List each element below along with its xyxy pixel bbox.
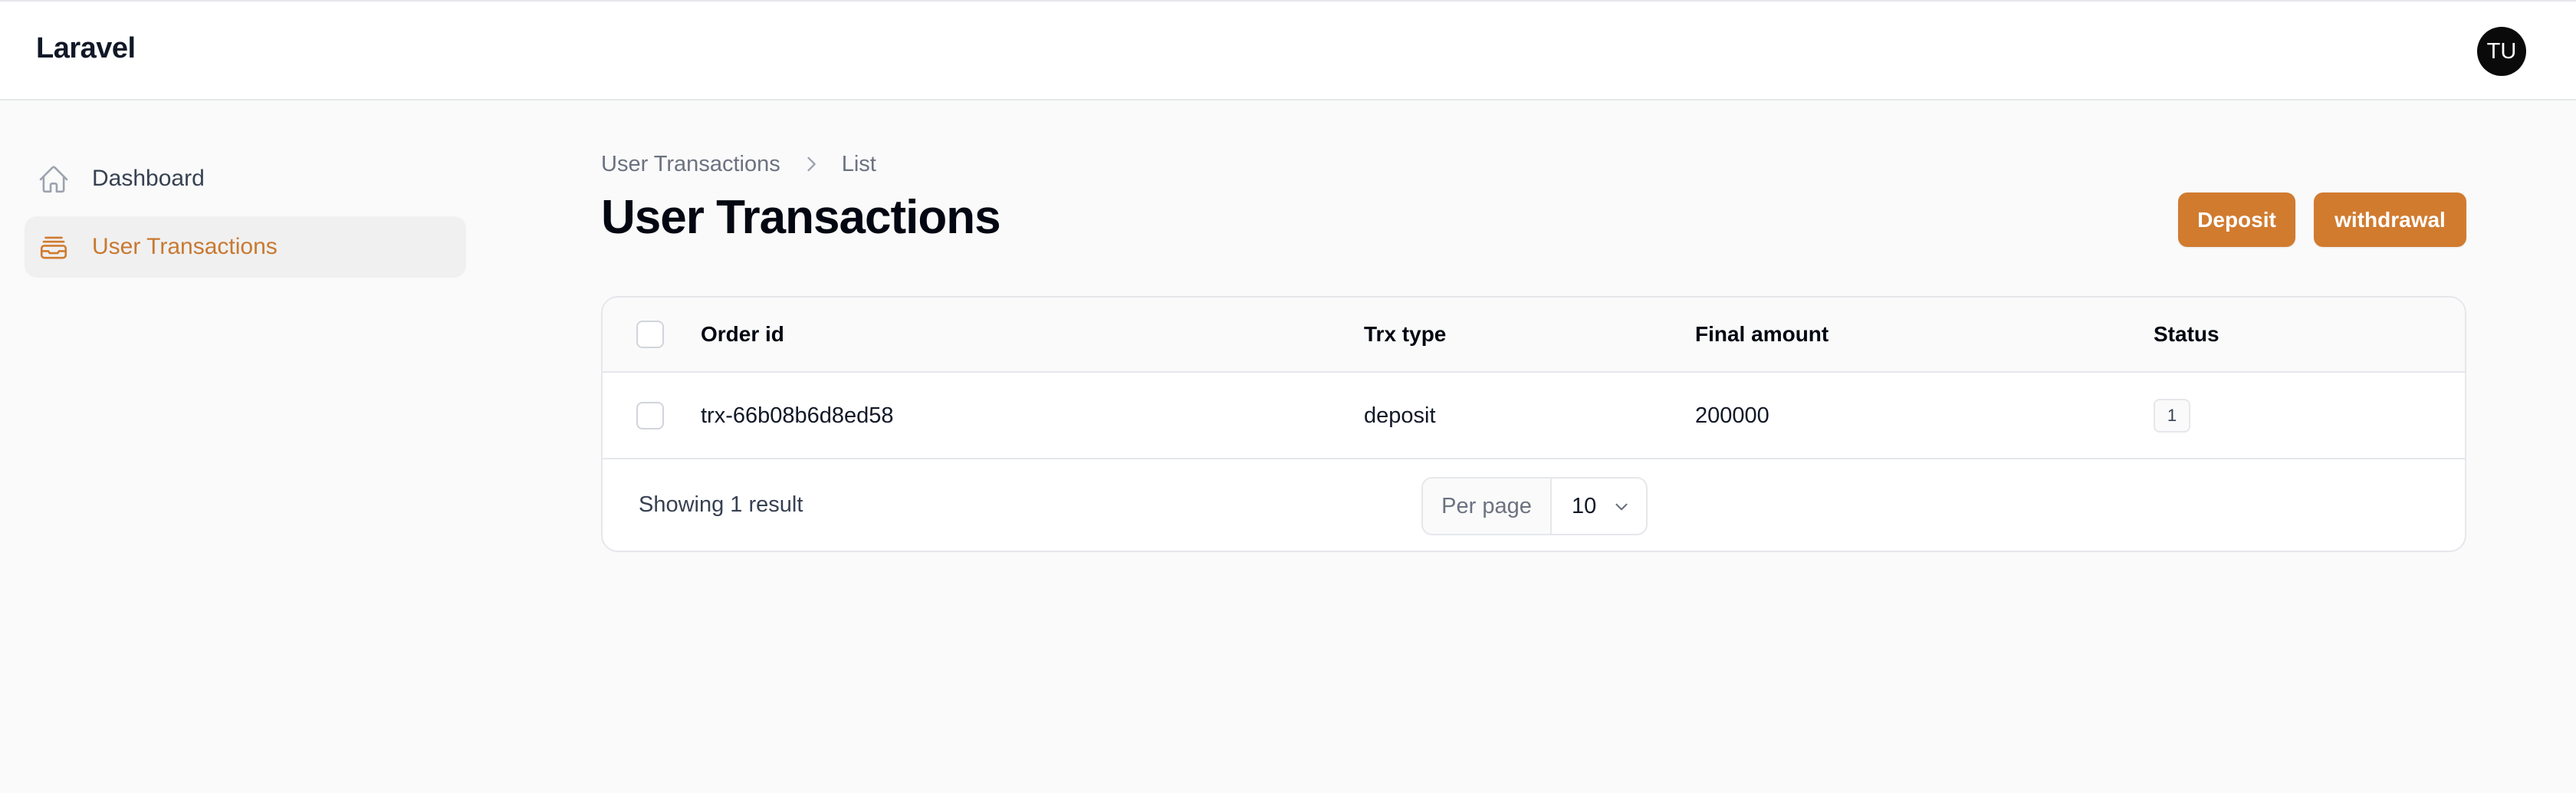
sidebar-item-dashboard[interactable]: Dashboard [25,148,466,209]
cell-final-amount: 200000 [1695,403,1769,428]
chevron-down-icon[interactable] [1612,497,1631,517]
status-badge: 1 [2154,399,2190,433]
brand-logo[interactable]: Laravel [36,32,136,65]
pagination-summary: Showing 1 result [639,492,803,517]
cell-trx-type: deposit [1364,403,1436,428]
row-checkbox[interactable] [636,402,664,429]
table-row[interactable]: trx-66b08b6d8ed58 deposit 200000 1 [603,373,2465,459]
column-header-status[interactable]: Status [2154,322,2220,347]
cell-order-id: trx-66b08b6d8ed58 [701,403,894,428]
breadcrumb: User Transactions List [601,150,876,178]
deposit-button[interactable]: Deposit [2178,192,2295,247]
column-header-final-amount[interactable]: Final amount [1695,322,1829,347]
top-bar: Laravel TU [0,0,2576,100]
sidebar-item-label: User Transactions [92,234,278,259]
select-all-checkbox[interactable] [636,321,664,348]
table-header: Order id Trx type Final amount Status [603,298,2465,373]
column-header-order-id[interactable]: Order id [701,322,784,347]
breadcrumb-current: List [841,151,876,176]
archive-icon [40,236,67,259]
per-page-value[interactable]: 10 [1572,494,1596,519]
column-header-trx-type[interactable]: Trx type [1364,322,1446,347]
sidebar-item-user-transactions[interactable]: User Transactions [25,216,466,278]
withdrawal-button[interactable]: withdrawal [2314,192,2466,247]
avatar[interactable]: TU [2477,27,2526,76]
breadcrumb-link-user-transactions[interactable]: User Transactions [601,152,780,177]
page-title: User Transactions [601,191,1001,244]
chevron-right-icon [807,156,816,172]
sidebar-item-label: Dashboard [92,166,205,191]
transactions-table: Order id Trx type Final amount Status tr… [601,296,2466,552]
home-icon [39,166,68,193]
per-page-select[interactable]: Per page 10 [1421,477,1648,535]
per-page-label: Per page [1423,479,1552,534]
